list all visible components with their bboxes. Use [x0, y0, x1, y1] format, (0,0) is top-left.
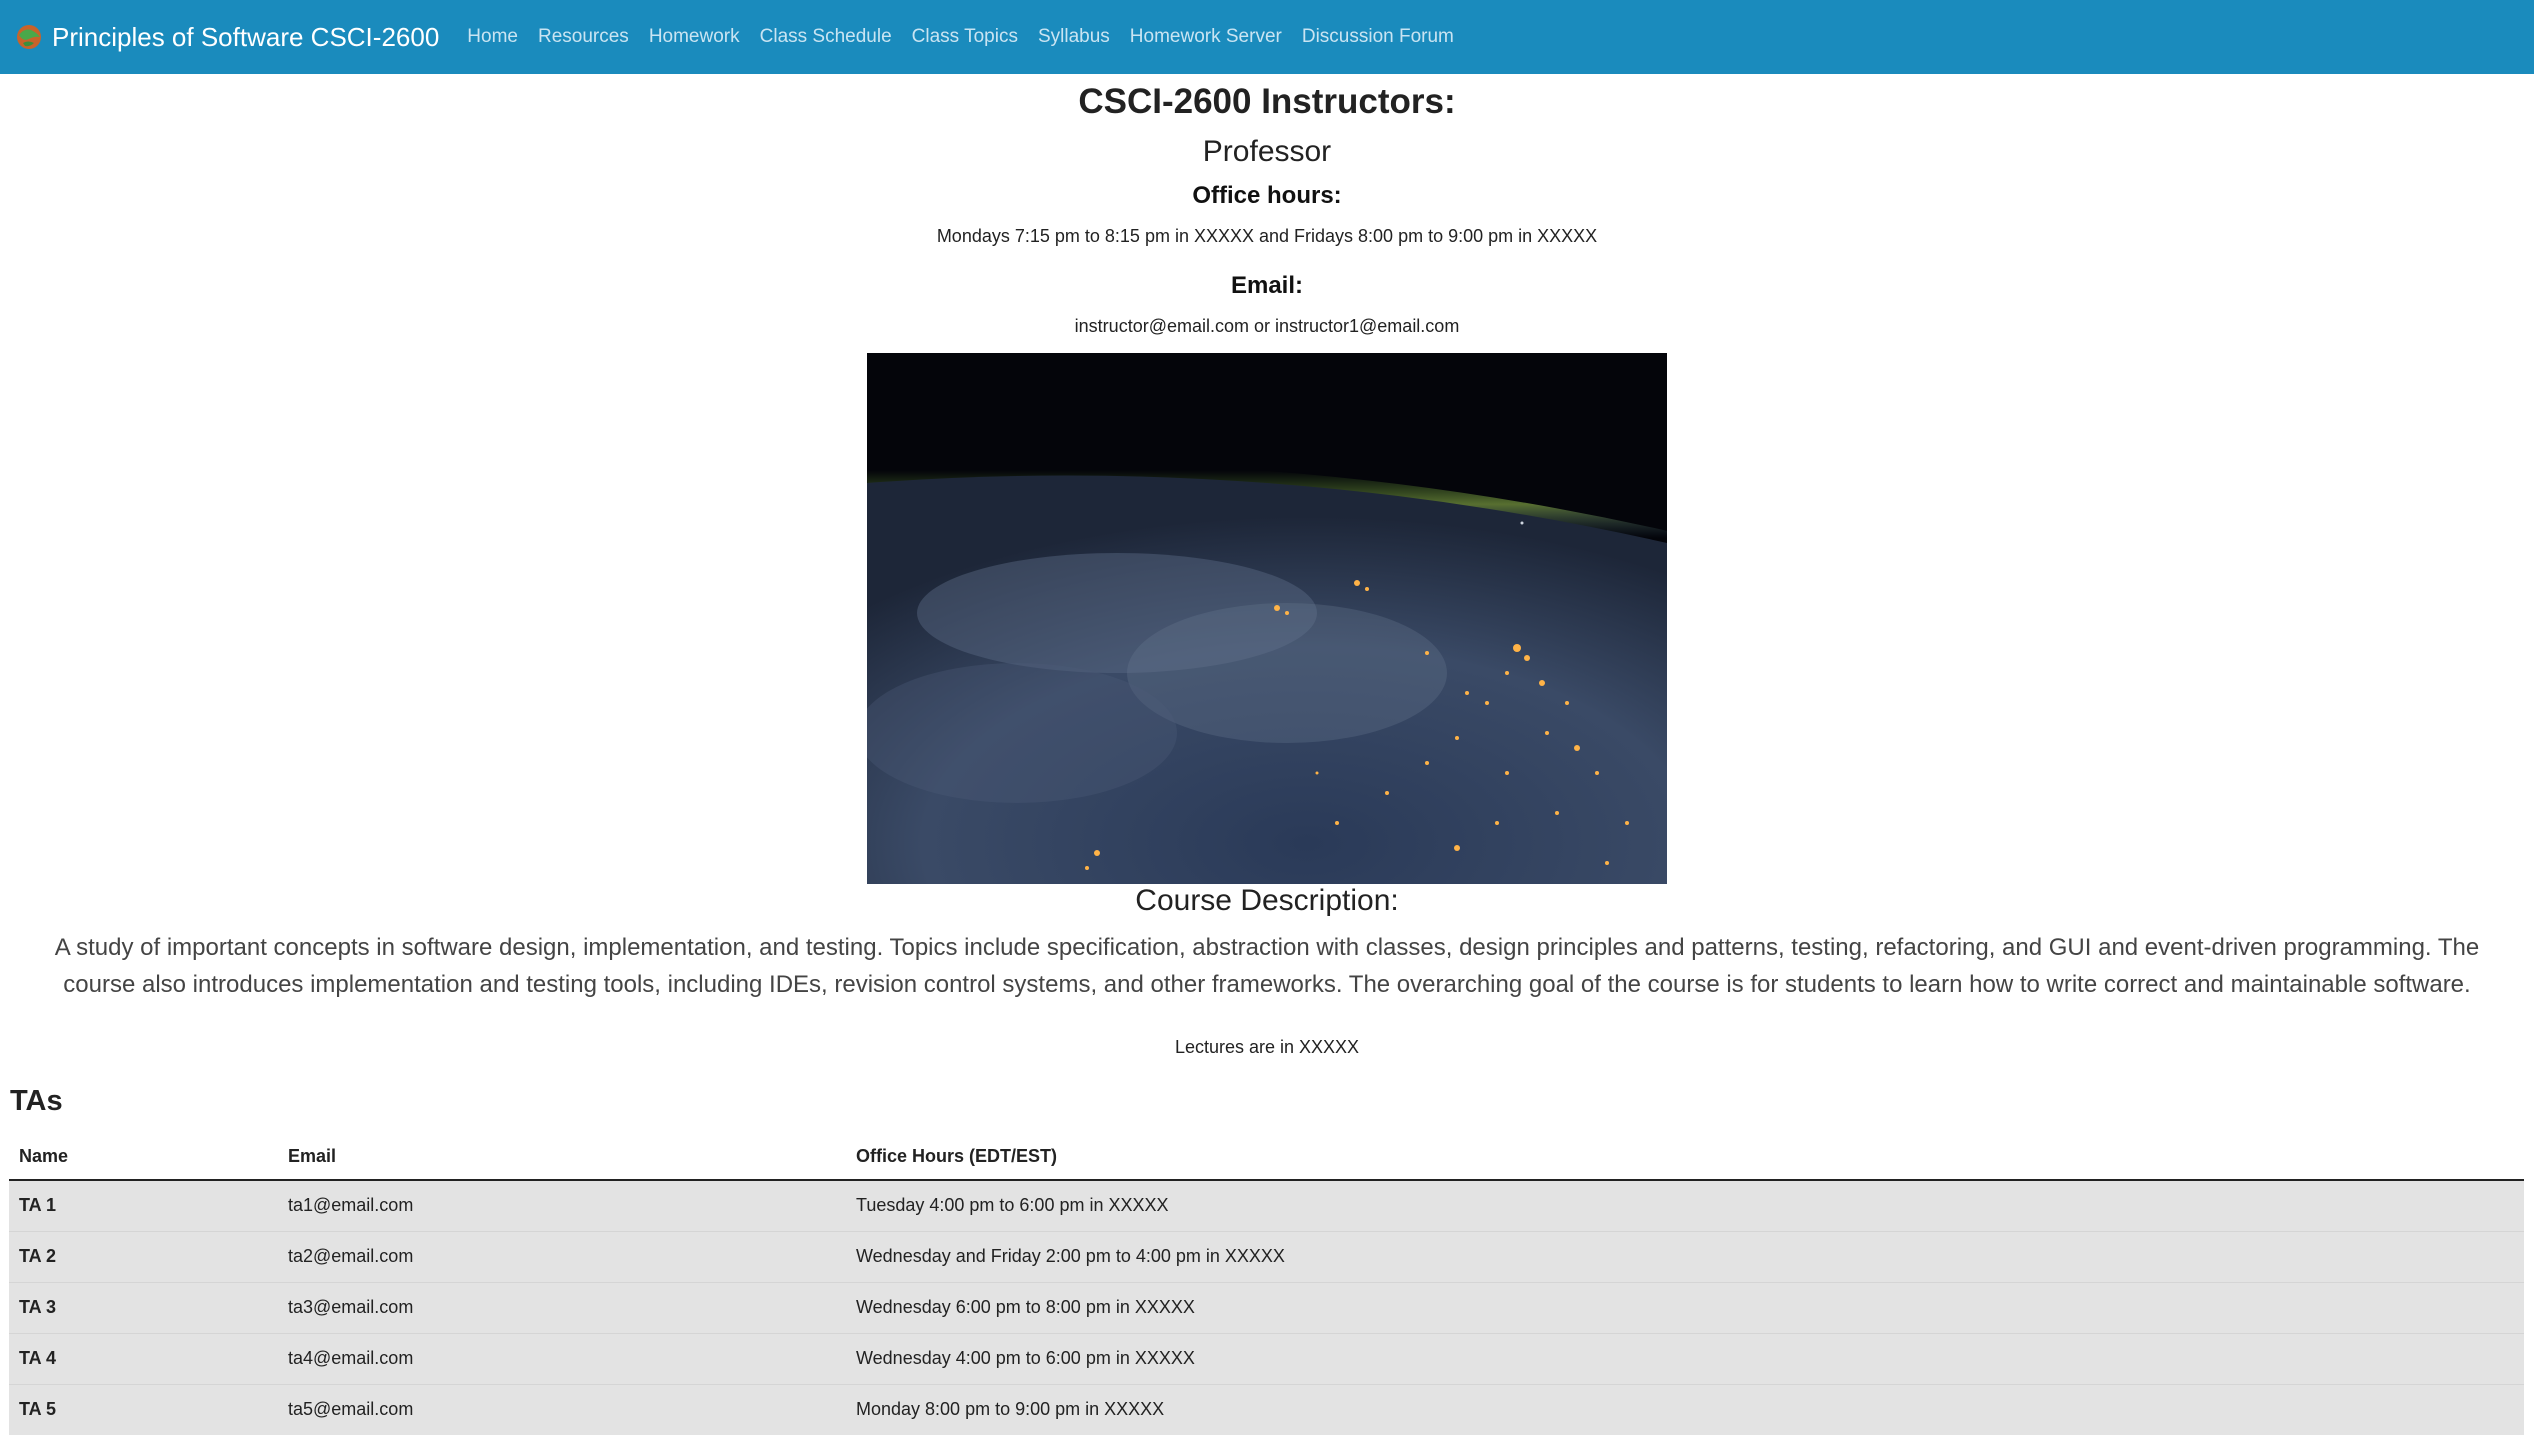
nav-item-class-schedule[interactable]: Class Schedule — [760, 26, 892, 48]
nav-item-homework-server[interactable]: Homework Server — [1130, 26, 1282, 48]
nav-menu: Home Resources Homework Class Schedule C… — [467, 26, 1474, 48]
table-row: TA 4 ta4@email.com Wednesday 4:00 pm to … — [9, 1332, 2524, 1384]
header-office-hours: Office Hours (EDT/EST) — [846, 1134, 2524, 1181]
instructor-email: instructor@email.com or instructor1@emai… — [1074, 316, 1460, 336]
table-row: TA 1 ta1@email.com Tuesday 4:00 pm to 6:… — [9, 1179, 2524, 1231]
instructors-title: CSCI-2600 Instructors: — [1078, 82, 1456, 121]
nav-item-homework[interactable]: Homework — [649, 26, 740, 48]
office-hours-heading: Office hours: — [1192, 182, 1342, 209]
ta-office-hours: Wednesday 6:00 pm to 8:00 pm in XXXXX — [846, 1281, 2524, 1333]
table-row: TA 3 ta3@email.com Wednesday 6:00 pm to … — [9, 1281, 2524, 1333]
nav-item-class-topics[interactable]: Class Topics — [912, 26, 1018, 48]
ta-office-hours: Tuesday 4:00 pm to 6:00 pm in XXXXX — [846, 1179, 2524, 1231]
nav-item-resources[interactable]: Resources — [538, 26, 629, 48]
table-row: TA 2 ta2@email.com Wednesday and Friday … — [9, 1230, 2524, 1282]
ta-name: TA 5 — [9, 1383, 278, 1435]
top-navbar: Principles of Software CSCI-2600 Home Re… — [0, 0, 2534, 74]
nav-item-discussion-forum[interactable]: Discussion Forum — [1302, 26, 1454, 48]
ta-office-hours: Wednesday 4:00 pm to 6:00 pm in XXXXX — [846, 1332, 2524, 1384]
table-header-row: Name Email Office Hours (EDT/EST) — [9, 1134, 2524, 1181]
nav-item-syllabus[interactable]: Syllabus — [1038, 26, 1110, 48]
ta-email: ta4@email.com — [278, 1332, 846, 1384]
ta-name: TA 1 — [9, 1179, 278, 1231]
header-email: Email — [278, 1134, 846, 1181]
ta-name: TA 3 — [9, 1281, 278, 1333]
ta-name: TA 2 — [9, 1230, 278, 1282]
instructor-role: Professor — [1202, 135, 1332, 168]
header-name: Name — [9, 1134, 278, 1181]
brand-link[interactable]: Principles of Software CSCI-2600 — [14, 22, 439, 53]
earth-at-night-photo — [867, 353, 1667, 884]
course-logo-icon — [14, 22, 44, 52]
table-row: TA 5 ta5@email.com Monday 8:00 pm to 9:0… — [9, 1383, 2524, 1435]
ta-email: ta5@email.com — [278, 1383, 846, 1435]
ta-email: ta3@email.com — [278, 1281, 846, 1333]
ta-email: ta1@email.com — [278, 1179, 846, 1231]
ta-office-hours: Wednesday and Friday 2:00 pm to 4:00 pm … — [846, 1230, 2524, 1282]
brand-title: Principles of Software CSCI-2600 — [52, 21, 440, 52]
ta-table: Name Email Office Hours (EDT/EST) TA 1 t… — [9, 1134, 2524, 1435]
course-description-title: Course Description: — [1135, 884, 1399, 917]
ta-name: TA 4 — [9, 1332, 278, 1384]
instructor-office-hours: Mondays 7:15 pm to 8:15 pm in XXXXX and … — [936, 226, 1598, 246]
ta-email: ta2@email.com — [278, 1230, 846, 1282]
email-heading: Email: — [1230, 272, 1304, 299]
course-description: A study of important concepts in softwar… — [54, 934, 2480, 998]
lectures-location: Lectures are in XXXXX — [1174, 1037, 1360, 1057]
nav-item-home[interactable]: Home — [467, 26, 518, 48]
ta-office-hours: Monday 8:00 pm to 9:00 pm in XXXXX — [846, 1383, 2524, 1435]
tas-title: TAs — [10, 1085, 63, 1117]
